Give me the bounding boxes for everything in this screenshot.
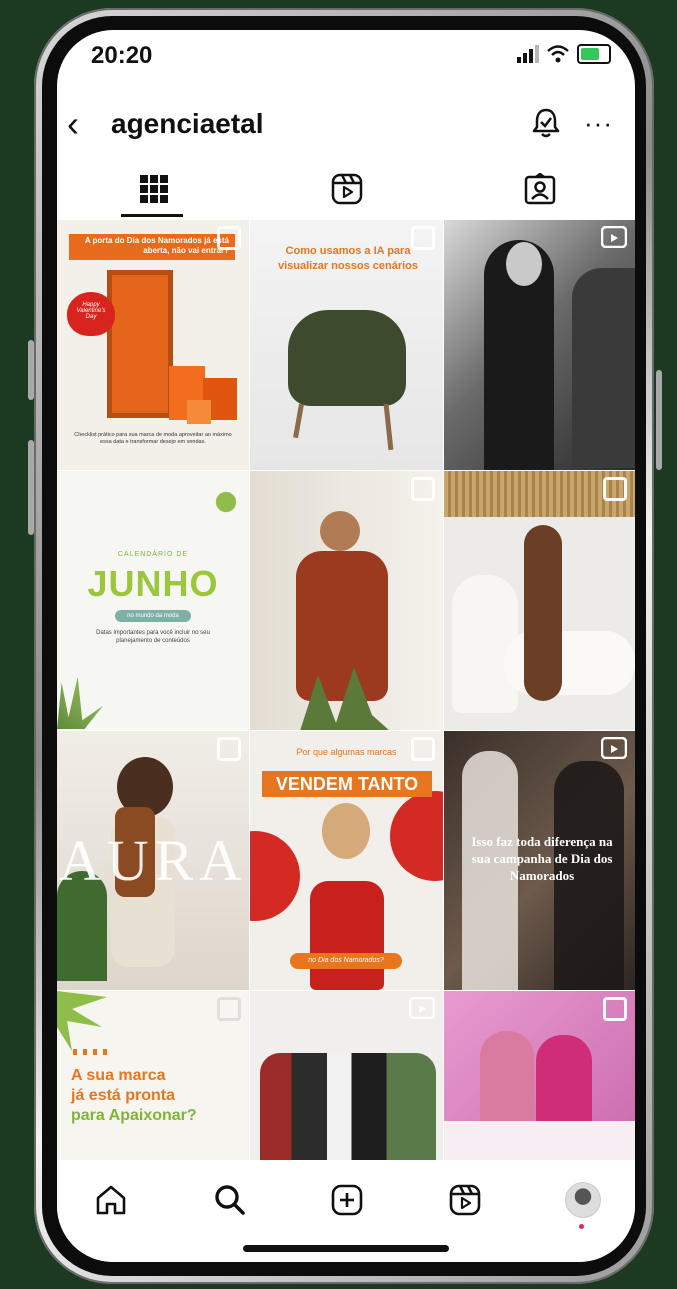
grid-post-5[interactable]: [250, 471, 443, 730]
tab-reels[interactable]: [250, 162, 443, 216]
red-dress: [310, 881, 384, 990]
carousel-icon: [411, 477, 435, 501]
post-subtitle: Datas importantes para você incluir no s…: [96, 630, 210, 644]
red-heart-left: [250, 831, 300, 921]
side-button-left-1: [28, 340, 34, 400]
grid-post-11[interactable]: [250, 991, 443, 1161]
shopping-bag-3: [187, 400, 211, 424]
grid-icon: [139, 175, 168, 203]
reels-icon: [449, 1184, 481, 1216]
more-options-icon[interactable]: ···: [584, 108, 613, 139]
post-title: VENDEM TANTO: [262, 771, 432, 797]
decorative-dots: [73, 1049, 113, 1055]
door-image: [107, 270, 173, 418]
active-tab-indicator: [121, 214, 183, 217]
armchair-leg-right: [383, 403, 394, 451]
post-caption: Checklist prático para sua marca de moda…: [74, 432, 232, 445]
back-icon[interactable]: ‹: [67, 104, 79, 144]
home-icon: [96, 1185, 126, 1215]
post-pill: no mundo da moda: [115, 610, 191, 622]
profile-username: agenciaetal: [111, 108, 264, 139]
profile-header: ‹ agenciaetal ···: [57, 102, 635, 152]
model-face: [506, 242, 542, 286]
reel-icon: [601, 737, 627, 759]
post-headline: Como usamos a IA para visualizar nossos …: [277, 245, 418, 272]
status-icons: [517, 44, 611, 64]
model-dress: [296, 551, 388, 701]
home-indicator: [243, 1245, 449, 1252]
grid-post-3[interactable]: [444, 220, 635, 470]
profile-tabs: [57, 162, 635, 216]
side-button-right: [656, 370, 662, 470]
battery-icon: [577, 44, 611, 64]
grid-post-9[interactable]: Isso faz toda diferença na sua campanha …: [444, 731, 635, 990]
post-line-1: A sua marca: [71, 1067, 166, 1084]
balloon-text: Happy Valentine's Day: [76, 302, 106, 320]
grid-post-10[interactable]: A sua marca já está pronta para Apaixona…: [57, 991, 249, 1161]
white-sofa: [444, 1121, 635, 1161]
profile-avatar: [565, 1182, 601, 1218]
armchair-image: [288, 310, 406, 406]
post-line-3: para Apaixonar?: [71, 1107, 197, 1124]
tagged-icon: [524, 173, 555, 205]
carousel-icon: [217, 226, 241, 250]
side-button-left-2: [28, 440, 34, 535]
grid-post-4[interactable]: CALENDÁRIO DE JUNHO no mundo da moda Dat…: [57, 471, 249, 730]
grid-post-8[interactable]: Por que algumas marcas VENDEM TANTO no D…: [250, 731, 443, 990]
signal-icon: [517, 45, 539, 63]
spiky-plant-top-left: [57, 991, 107, 1051]
post-eyebrow: CALENDÁRIO DE: [117, 551, 189, 558]
post-title: AURA: [58, 828, 248, 893]
search-icon: [215, 1185, 245, 1215]
model-figure: [524, 525, 562, 701]
model-figure: [322, 803, 370, 859]
grid-post-2[interactable]: Como usamos a IA para visualizar nossos …: [250, 220, 443, 470]
spiky-plant-top-right: [203, 479, 249, 525]
post-text: Isso faz toda diferença na sua campanha …: [471, 834, 613, 883]
carousel-icon: [217, 997, 241, 1021]
add-post-icon: [331, 1184, 363, 1216]
red-heart-right: [390, 791, 443, 881]
group-photo-people: [260, 1053, 436, 1161]
nav-search[interactable]: [210, 1180, 250, 1220]
reels-icon: [331, 173, 362, 205]
reel-icon: [409, 997, 435, 1019]
grid-post-7[interactable]: AURA: [57, 731, 249, 990]
carousel-icon: [603, 477, 627, 501]
spiky-plant-bottom-left: [57, 676, 103, 729]
post-pill: no Dia dos Namorados?: [290, 953, 402, 969]
tab-tagged[interactable]: [443, 162, 635, 216]
grid-post-1[interactable]: A porta do Dia dos Namorados já está abe…: [57, 220, 249, 470]
status-time: 20:20: [91, 42, 153, 69]
reel-icon: [601, 226, 627, 248]
makeup-artist-figure: [572, 268, 635, 468]
notifications-bell-icon[interactable]: [529, 106, 563, 140]
model-figure: [320, 511, 360, 551]
phone-screen: 20:20 ‹ agenciaetal ··· A porta do Dia d…: [57, 30, 635, 1262]
carousel-icon: [411, 226, 435, 250]
carousel-icon: [411, 737, 435, 761]
grid-post-12[interactable]: [444, 991, 635, 1161]
armchair-leg-left: [293, 403, 304, 439]
tab-posts-grid[interactable]: [57, 162, 250, 216]
profile-notification-dot: [579, 1224, 584, 1229]
post-line-2: já está pronta: [71, 1087, 176, 1104]
carousel-icon: [217, 737, 241, 761]
carousel-icon: [603, 997, 627, 1021]
wifi-icon: [547, 45, 569, 63]
grid-post-6[interactable]: [444, 471, 635, 730]
post-title: JUNHO: [87, 563, 219, 604]
nav-reels[interactable]: [445, 1180, 485, 1220]
post-banner: A porta do Dia dos Namorados já está abe…: [69, 234, 235, 260]
nav-home[interactable]: [91, 1180, 131, 1220]
nav-create[interactable]: [327, 1180, 367, 1220]
nav-profile[interactable]: [563, 1180, 603, 1220]
